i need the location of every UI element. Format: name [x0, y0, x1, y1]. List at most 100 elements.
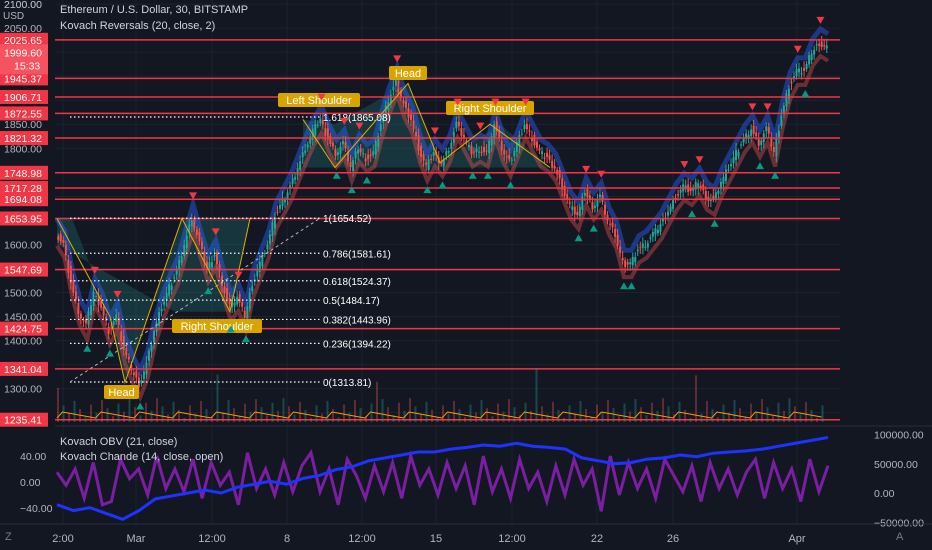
- price-tick-label: 1500.00: [4, 287, 42, 299]
- candle-body: [74, 291, 77, 300]
- candle-body: [543, 157, 546, 159]
- volume-bar: [227, 400, 230, 422]
- volume-bar: [667, 406, 670, 422]
- candle-body: [747, 135, 750, 138]
- volume-bar: [530, 410, 532, 422]
- indicator-legend-obv[interactable]: Kovach OBV (21, close): [60, 436, 177, 448]
- pattern-fills: [57, 83, 550, 383]
- candle-body: [626, 262, 629, 265]
- candle-body: [331, 142, 334, 147]
- indicator-legend-chande[interactable]: Kovach Chande (14, close, open): [60, 451, 223, 463]
- candle-body: [790, 81, 793, 84]
- volume-bar: [150, 410, 153, 422]
- volume-bar: [348, 412, 351, 422]
- volume-bar: [205, 409, 208, 422]
- candle-body: [604, 204, 607, 215]
- candle-body: [155, 322, 158, 332]
- level-value: 1235.41: [4, 415, 42, 427]
- volume-bar: [315, 405, 318, 422]
- candle-body: [634, 256, 637, 263]
- candle-body: [535, 141, 538, 148]
- candle-body: [447, 151, 450, 153]
- candle-body: [460, 128, 463, 136]
- volume-bar: [464, 417, 466, 422]
- price-tick-label: 1300.00: [4, 384, 42, 396]
- candle-body: [92, 291, 95, 307]
- candle-body: [455, 121, 458, 129]
- candle-body: [276, 211, 279, 213]
- volume-bar: [117, 403, 120, 422]
- candle-body: [596, 200, 599, 207]
- candle-body: [523, 124, 526, 130]
- volume-bar: [447, 413, 450, 422]
- candle-body: [185, 235, 188, 249]
- candle-body: [132, 372, 135, 376]
- candle-body: [357, 149, 360, 154]
- price-chart[interactable]: 1.618(1865.08)1(1654.52)0.786(1581.61)0.…: [0, 0, 932, 550]
- buy-marker-icon: [574, 234, 583, 242]
- candle-body: [820, 41, 823, 48]
- candle-body: [750, 129, 753, 137]
- volume-bar: [337, 417, 340, 422]
- candle-body: [324, 128, 327, 136]
- volume-bar: [799, 414, 802, 422]
- candle-body: [672, 199, 675, 209]
- indicator-legend-reversals[interactable]: Kovach Reversals (20, close, 2): [60, 20, 215, 32]
- volume-bar: [359, 408, 362, 422]
- volume-bar: [684, 409, 686, 422]
- candle-body: [798, 68, 801, 73]
- candle-body: [775, 138, 778, 156]
- candle-body: [210, 262, 213, 268]
- candle-body: [379, 124, 382, 131]
- volume-bar: [601, 412, 604, 422]
- price-tick-label: 1450.00: [4, 312, 42, 324]
- volume-bar: [436, 418, 439, 422]
- sell-marker-icon: [695, 156, 704, 164]
- sell-marker-icon: [476, 122, 485, 130]
- level-value: 1945.37: [4, 73, 42, 85]
- candle-body: [649, 237, 652, 239]
- volume-pane: [56, 368, 824, 422]
- volume-bar: [90, 404, 92, 422]
- candle-body: [72, 279, 75, 293]
- candle-body: [500, 140, 503, 151]
- candle-body: [432, 152, 435, 156]
- volume-bar: [783, 410, 785, 422]
- candle-body: [571, 206, 574, 210]
- volume-bar: [733, 400, 736, 422]
- symbol-title[interactable]: Ethereum / U.S. Dollar, 30, BITSTAMP: [60, 4, 248, 16]
- candle-body: [563, 185, 566, 196]
- candle-body: [115, 314, 118, 322]
- volume-bar: [304, 409, 307, 422]
- candle-body: [180, 256, 183, 264]
- candle-body: [483, 147, 486, 152]
- candle-body: [57, 236, 60, 240]
- volume-bar: [288, 406, 290, 422]
- candle-body: [364, 158, 367, 162]
- candle-body: [64, 244, 67, 256]
- volume-bar: [640, 407, 642, 422]
- time-tick-label: 22: [591, 533, 603, 545]
- candle-body: [586, 188, 589, 198]
- volume-bar: [271, 402, 274, 422]
- candle-body: [271, 222, 274, 237]
- candle-body: [478, 151, 481, 153]
- candle-body: [153, 330, 156, 343]
- candle-body: [488, 141, 491, 154]
- auto-scale-icon[interactable]: A: [896, 531, 903, 543]
- candle-body: [62, 239, 65, 243]
- volume-bar: [772, 415, 774, 422]
- timezone-icon[interactable]: Z: [5, 531, 12, 543]
- candle-body: [195, 229, 198, 236]
- candle-body: [344, 142, 347, 149]
- volume-bar: [645, 415, 648, 422]
- candle-body: [548, 155, 551, 160]
- volume-bar: [420, 414, 422, 422]
- candle-body: [538, 148, 541, 151]
- volume-bar: [453, 400, 455, 422]
- candle-body: [165, 293, 168, 301]
- candle-body: [236, 296, 239, 305]
- candle-body: [142, 371, 145, 379]
- candle-body: [425, 162, 428, 165]
- candle-body: [213, 255, 216, 257]
